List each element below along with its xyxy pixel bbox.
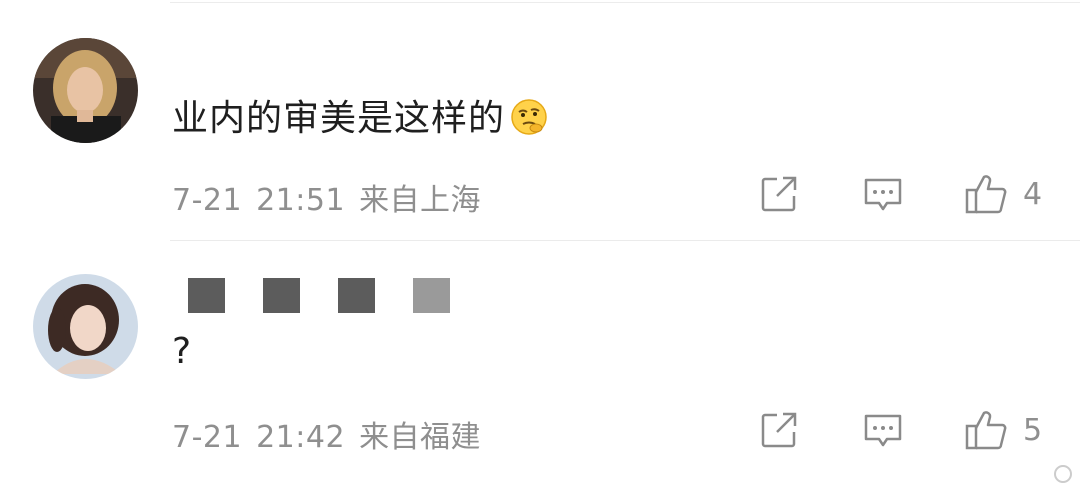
thumbs-up-icon [965, 411, 1007, 450]
like-button[interactable]: 5 [963, 408, 1063, 452]
avatar[interactable] [33, 274, 138, 379]
avatar[interactable] [33, 38, 138, 143]
comment-date: 7-21 [172, 183, 243, 218]
share-icon [761, 176, 797, 212]
thinking-face-emoji-icon [509, 97, 549, 137]
watermark-logo-icon [1054, 465, 1072, 483]
censor-block [188, 278, 225, 313]
comment-date: 7-21 [172, 420, 243, 455]
censor-block [413, 278, 450, 313]
comment-text-content: 业内的审美是这样的 [172, 98, 506, 139]
comment-text: 业内的审美是这样的 [172, 97, 549, 141]
comment-location: 来自上海 [359, 183, 482, 218]
like-count: 4 [1023, 176, 1043, 212]
comment-bubble-icon [864, 178, 902, 211]
share-button[interactable] [757, 172, 801, 216]
like-count: 5 [1023, 412, 1043, 448]
thumbs-up-icon [965, 175, 1007, 214]
share-button[interactable] [757, 408, 801, 452]
share-icon [761, 412, 797, 448]
comment-bubble-icon [864, 414, 902, 447]
comment-text: ? [172, 331, 193, 372]
comment-meta: 7-21 21:51 来自上海 [172, 175, 481, 219]
comment-location: 来自福建 [359, 420, 482, 455]
comment-item: ? 7-21 21:42 来自福建 5 [0, 240, 1080, 491]
reply-button[interactable] [861, 172, 905, 216]
censor-block [338, 278, 375, 313]
reply-button[interactable] [861, 408, 905, 452]
like-button[interactable]: 4 [963, 172, 1063, 216]
censor-block [263, 278, 300, 313]
comment-time: 21:51 [256, 183, 346, 218]
comment-item: 业内的审美是这样的 7-21 21:51 来自上海 4 [0, 0, 1080, 240]
censored-username [188, 278, 450, 313]
comment-meta: 7-21 21:42 来自福建 [172, 412, 481, 456]
comment-time: 21:42 [256, 420, 346, 455]
watermark [980, 461, 1080, 491]
